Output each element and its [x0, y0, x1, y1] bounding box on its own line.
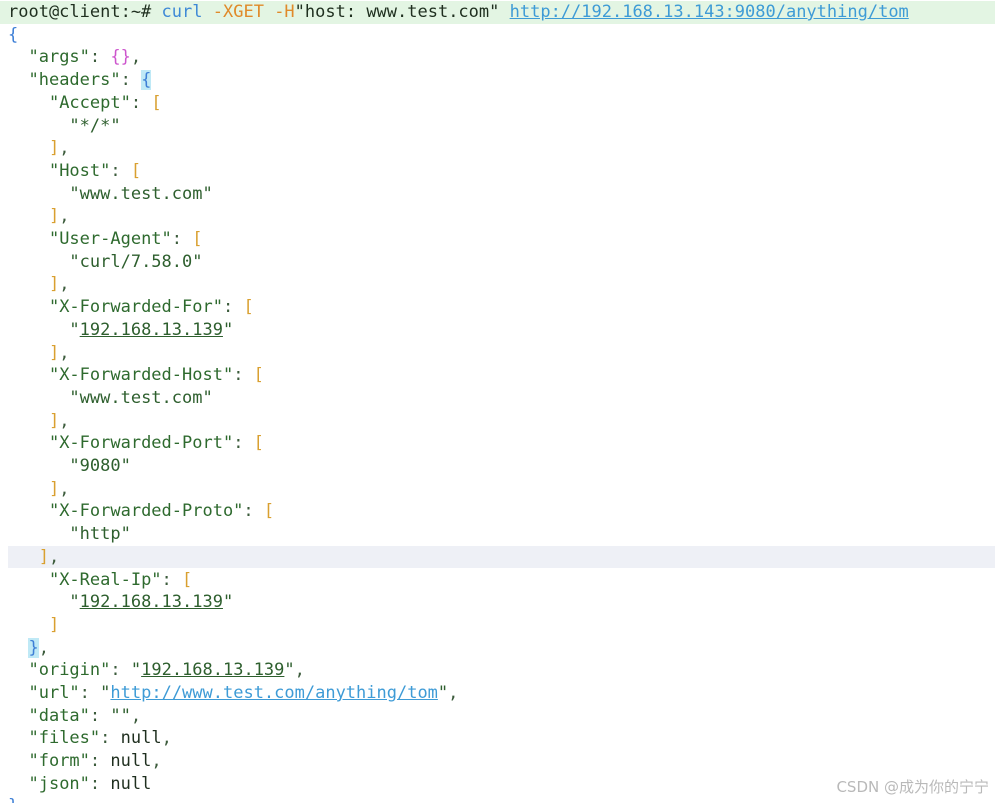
- key-data: "data": [28, 705, 90, 726]
- json-value-x-forwarded-host: "www.test.com": [8, 387, 213, 408]
- value-files: null: [120, 728, 162, 749]
- json-line-origin: "origin": "192.168.13.139",: [28, 660, 305, 681]
- value-origin[interactable]: 192.168.13.139: [141, 660, 284, 680]
- key-x-forwarded-port: "X-Forwarded-Port": [48, 433, 234, 454]
- command-program: curl: [161, 2, 203, 22]
- key-accept: "Accept": [48, 92, 131, 113]
- value-url-link[interactable]: http://www.test.com/anything/tom: [110, 683, 438, 703]
- json-close-x-forwarded-host: ],: [48, 410, 70, 431]
- json-line-x-forwarded-port: "X-Forwarded-Port": [: [48, 433, 264, 454]
- key-json: "json": [28, 773, 90, 794]
- value-data: "": [110, 705, 131, 726]
- json-line-host: "Host": [: [48, 160, 142, 181]
- key-x-forwarded-proto: "X-Forwarded-Proto": [48, 501, 244, 522]
- key-form: "form": [28, 751, 90, 772]
- json-close-x-real-ip: ]: [48, 614, 60, 635]
- key-x-real-ip: "X-Real-Ip": [48, 569, 162, 590]
- value-accept: */*: [79, 115, 111, 136]
- value-x-forwarded-for[interactable]: 192.168.13.139: [80, 320, 223, 340]
- method-flag: -XGET: [212, 2, 264, 22]
- key-user-agent: "User-Agent": [48, 229, 172, 249]
- json-value-x-forwarded-for: "192.168.13.139": [8, 319, 234, 340]
- terminal-output[interactable]: root@client:~# curl -XGET -H"host: www.t…: [0, 0, 995, 803]
- value-user-agent: curl/7.58.0: [79, 251, 193, 272]
- key-x-forwarded-host: "X-Forwarded-Host": [48, 365, 234, 386]
- json-line-accept: "Accept": [: [48, 92, 162, 113]
- json-line-args: "args": {},: [28, 47, 142, 68]
- json-close-accept: ],: [48, 138, 70, 159]
- json-line-files: "files": null,: [28, 728, 172, 749]
- key-origin: "origin": [28, 660, 111, 681]
- request-url-link[interactable]: http://192.168.13.143:9080/anything/tom: [510, 2, 909, 22]
- shell-prompt: root@client:~#: [8, 2, 152, 22]
- value-host: www.test.com: [79, 183, 203, 204]
- json-line-x-forwarded-proto: "X-Forwarded-Proto": [: [48, 501, 275, 522]
- json-line-x-forwarded-host: "X-Forwarded-Host": [: [48, 365, 264, 386]
- json-line-form: "form": null,: [28, 751, 162, 772]
- command-line: root@client:~# curl -XGET -H"host: www.t…: [0, 1, 995, 24]
- json-line-headers: "headers": {: [28, 70, 152, 91]
- json-line-x-forwarded-for: "X-Forwarded-For": [: [48, 297, 254, 318]
- json-close-x-forwarded-proto: ],: [8, 545, 995, 569]
- key-headers: "headers": [28, 70, 121, 91]
- json-line-url: "url": "http://www.test.com/anything/tom…: [28, 683, 459, 703]
- value-x-forwarded-port: 9080: [79, 456, 121, 476]
- value-x-real-ip[interactable]: 192.168.13.139: [80, 592, 223, 612]
- key-files: "files": [28, 728, 101, 749]
- value-json: null: [110, 773, 152, 794]
- value-form: null: [110, 751, 152, 772]
- json-value-accept: "*/*": [8, 115, 121, 136]
- key-args: "args": [28, 47, 90, 68]
- header-flag: -H: [274, 2, 295, 22]
- json-close-x-forwarded-for: ],: [48, 342, 70, 363]
- value-x-forwarded-host: www.test.com: [79, 387, 203, 408]
- json-value-user-agent: "curl/7.58.0": [8, 251, 203, 272]
- json-close-user-agent: ],: [48, 274, 70, 295]
- json-value-host: "www.test.com": [8, 183, 213, 204]
- json-open-brace: {: [8, 24, 19, 45]
- value-args: {}: [110, 47, 131, 68]
- csdn-watermark: CSDN @成为你的宁宁: [836, 778, 989, 796]
- json-value-x-forwarded-proto: "http": [8, 524, 131, 545]
- value-x-forwarded-proto: http: [79, 524, 121, 545]
- json-close-host: ],: [48, 206, 70, 227]
- json-close-x-forwarded-port: ],: [48, 478, 70, 499]
- json-value-x-real-ip: "192.168.13.139": [8, 592, 234, 613]
- json-close-headers: },: [28, 637, 49, 658]
- json-line-x-real-ip: "X-Real-Ip": [: [48, 569, 193, 590]
- key-url: "url": [28, 683, 80, 703]
- header-value: "host: www.test.com": [294, 2, 500, 22]
- json-line-data: "data": "",: [28, 705, 142, 726]
- key-host: "Host": [48, 160, 111, 181]
- key-x-forwarded-for: "X-Forwarded-For": [48, 297, 223, 318]
- json-line-user-agent: "User-Agent": [: [48, 229, 203, 249]
- json-value-x-forwarded-port: "9080": [8, 456, 131, 476]
